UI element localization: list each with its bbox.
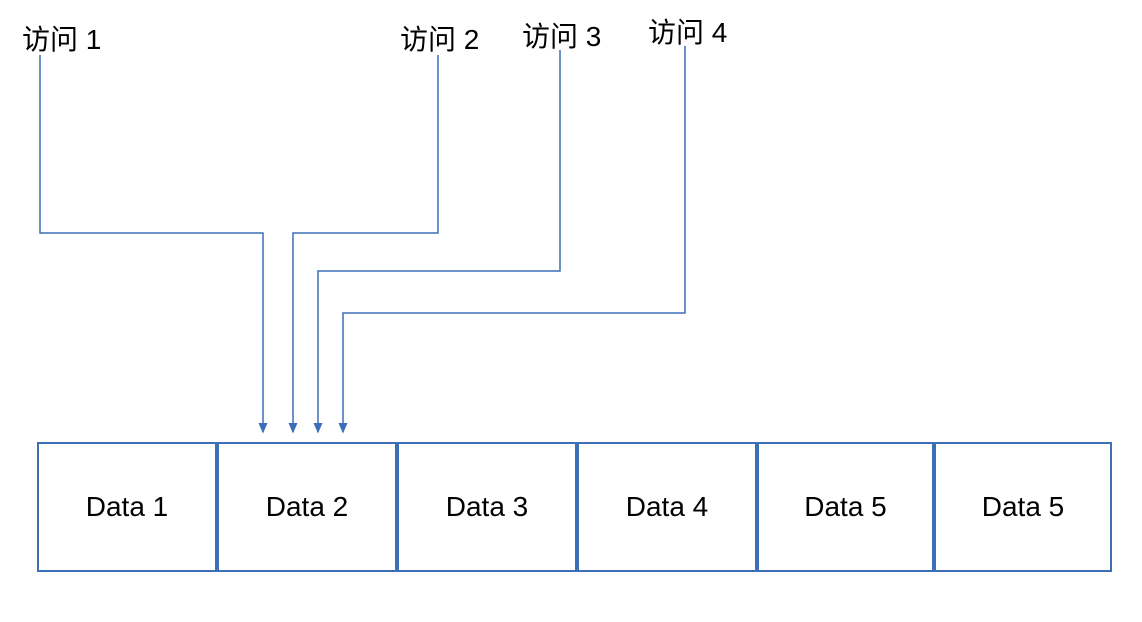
access-label-2: 访问 2 (400, 18, 479, 58)
data-cell-label: Data 3 (446, 491, 529, 523)
data-cell-1: Data 1 (37, 442, 217, 572)
access-label-3: 访问 3 (522, 15, 601, 55)
data-cell-5: Data 5 (757, 442, 934, 572)
data-cell-3: Data 3 (397, 442, 577, 572)
access-label-1: 访问 1 (22, 18, 101, 58)
data-cell-6: Data 5 (934, 442, 1112, 572)
arrow-1 (40, 55, 263, 432)
data-cell-label: Data 4 (626, 491, 709, 523)
arrow-2 (293, 55, 438, 432)
data-cell-label: Data 2 (266, 491, 349, 523)
data-cell-2: Data 2 (217, 442, 397, 572)
data-cell-label: Data 5 (982, 491, 1065, 523)
arrow-4 (343, 46, 685, 432)
access-label-4: 访问 4 (648, 11, 727, 51)
data-cell-label: Data 1 (86, 491, 169, 523)
arrow-3 (318, 50, 560, 432)
data-cell-label: Data 5 (804, 491, 887, 523)
data-cell-4: Data 4 (577, 442, 757, 572)
